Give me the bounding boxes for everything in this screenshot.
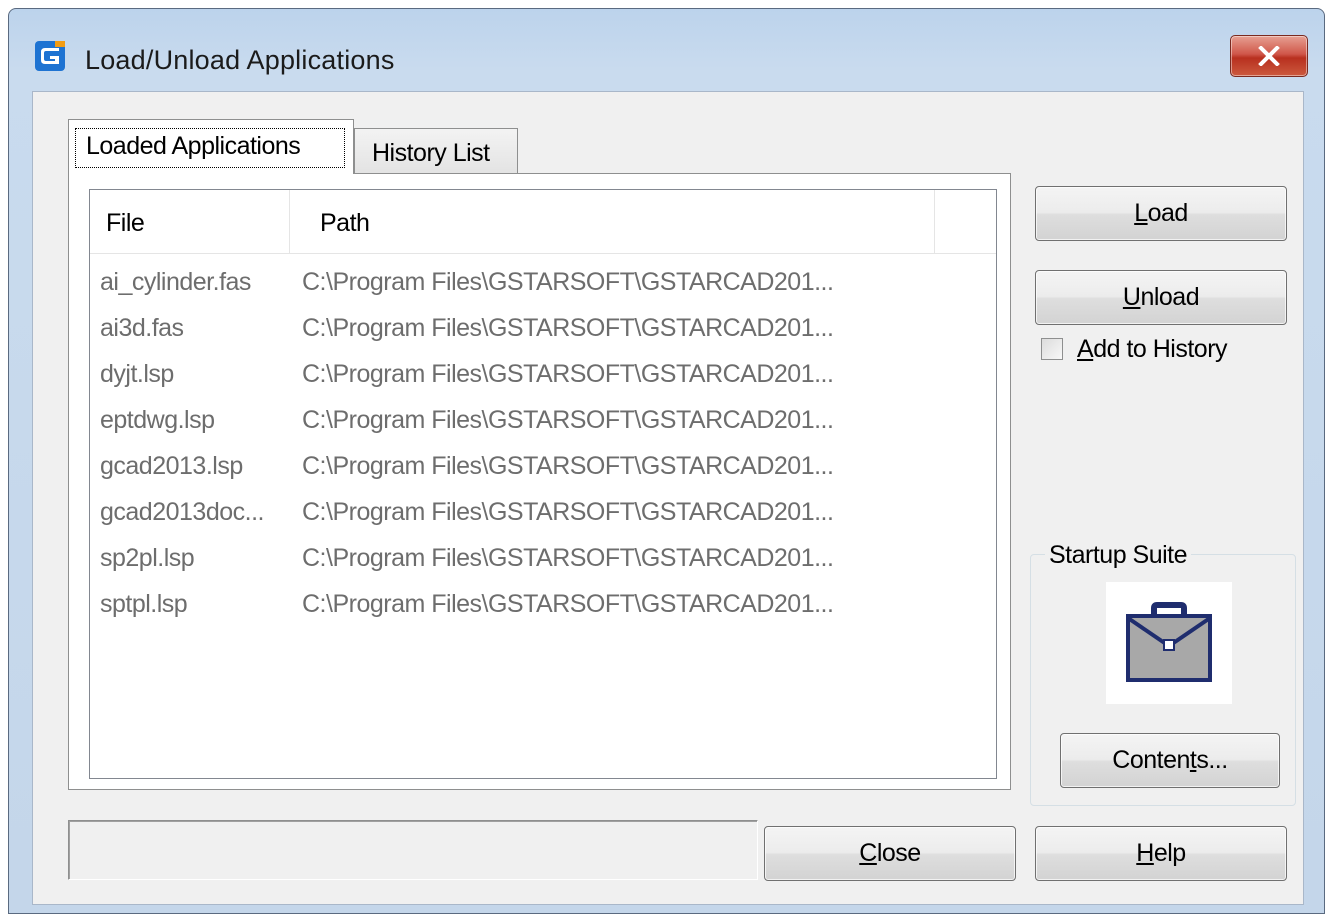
window-close-button[interactable] — [1230, 35, 1308, 77]
title-bar[interactable]: Load/Unload Applications — [9, 9, 1324, 91]
help-button[interactable]: Help — [1035, 826, 1287, 881]
list-rows: ai_cylinder.fas C:\Program Files\GSTARSOF… — [90, 260, 996, 628]
list-item[interactable]: sptpl.lsp C:\Program Files\GSTARSOFT\GSTA… — [90, 582, 996, 628]
list-item-file: dyjt.lsp — [100, 360, 174, 388]
list-item[interactable]: dyjt.lsp C:\Program Files\GSTARSOFT\GSTAR… — [90, 352, 996, 398]
list-item-file: eptdwg.lsp — [100, 406, 215, 434]
close-mnemonic: C — [859, 839, 877, 867]
list-item-file: gcad2013doc... — [100, 498, 264, 526]
tab-label-history-list: History List — [372, 139, 490, 167]
list-item-path: C:\Program Files\GSTARSOFT\GSTARCAD201..… — [302, 544, 834, 572]
add-to-history-label[interactable]: Add to History — [1077, 335, 1228, 364]
list-header: File Path — [90, 190, 996, 254]
close-label: lose — [876, 839, 921, 867]
list-item-file: ai_cylinder.fas — [100, 268, 251, 296]
list-item-file: ai3d.fas — [100, 314, 184, 342]
load-unload-dialog: Load/Unload Applications Loaded Applicat… — [8, 8, 1325, 914]
contents-label-post: s... — [1196, 746, 1228, 774]
help-mnemonic: H — [1136, 839, 1154, 867]
column-header-file[interactable]: File — [90, 190, 290, 253]
contents-label-pre: Conten — [1112, 746, 1190, 774]
unload-label: nload — [1140, 283, 1200, 311]
tab-label-loaded-applications: Loaded Applications — [75, 128, 345, 168]
dialog-client-area: Loaded Applications History List File Pa… — [32, 91, 1304, 905]
loaded-applications-panel: File Path ai_cylinder.fas C:\Program File… — [68, 173, 1011, 790]
applications-list[interactable]: File Path ai_cylinder.fas C:\Program File… — [89, 189, 997, 779]
load-label: oad — [1147, 199, 1189, 227]
list-item-path: C:\Program Files\GSTARSOFT\GSTARCAD201..… — [302, 314, 834, 342]
gstarcad-logo-icon — [35, 41, 65, 71]
list-item[interactable]: gcad2013.lsp C:\Program Files\GSTARSOFT\G… — [90, 444, 996, 490]
list-item-path: C:\Program Files\GSTARSOFT\GSTARCAD201..… — [302, 498, 834, 526]
load-mnemonic: L — [1134, 199, 1148, 227]
list-item-path: C:\Program Files\GSTARSOFT\GSTARCAD201..… — [302, 268, 834, 296]
add-to-history-mnemonic: A — [1077, 335, 1094, 363]
list-item[interactable]: eptdwg.lsp C:\Program Files\GSTARSOFT\GST… — [90, 398, 996, 444]
close-button[interactable]: Close — [764, 826, 1016, 881]
list-item-path: C:\Program Files\GSTARSOFT\GSTARCAD201..… — [302, 590, 834, 618]
status-field — [68, 820, 758, 880]
briefcase-icon — [1126, 602, 1212, 682]
unload-button[interactable]: Unload — [1035, 270, 1287, 325]
startup-suite-icon-button[interactable] — [1106, 582, 1232, 704]
tab-loaded-applications[interactable]: Loaded Applications — [68, 119, 354, 174]
add-to-history-text: dd to History — [1093, 335, 1228, 363]
list-item[interactable]: ai3d.fas C:\Program Files\GSTARSOFT\GSTAR… — [90, 306, 996, 352]
startup-suite-label: Startup Suite — [1045, 541, 1192, 570]
list-item[interactable]: gcad2013doc... C:\Program Files\GSTARSOFT… — [90, 490, 996, 536]
unload-mnemonic: U — [1122, 283, 1141, 311]
column-header-path[interactable]: Path — [290, 190, 935, 253]
tab-history-list[interactable]: History List — [354, 128, 518, 174]
list-item-file: sp2pl.lsp — [100, 544, 195, 572]
list-item-file: gcad2013.lsp — [100, 452, 243, 480]
add-to-history-checkbox[interactable] — [1041, 338, 1063, 360]
help-label: elp — [1153, 839, 1186, 867]
list-item-path: C:\Program Files\GSTARSOFT\GSTARCAD201..… — [302, 452, 834, 480]
list-item[interactable]: sp2pl.lsp C:\Program Files\GSTARSOFT\GSTA… — [90, 536, 996, 582]
list-item-path: C:\Program Files\GSTARSOFT\GSTARCAD201..… — [302, 406, 834, 434]
close-x-icon — [1258, 46, 1280, 66]
contents-button[interactable]: Contents... — [1060, 733, 1280, 788]
list-item-file: sptpl.lsp — [100, 590, 188, 618]
list-item-path: C:\Program Files\GSTARSOFT\GSTARCAD201..… — [302, 360, 834, 388]
window-title: Load/Unload Applications — [85, 45, 395, 75]
list-item[interactable]: ai_cylinder.fas C:\Program Files\GSTARSOF… — [90, 260, 996, 306]
load-button[interactable]: Load — [1035, 186, 1287, 241]
